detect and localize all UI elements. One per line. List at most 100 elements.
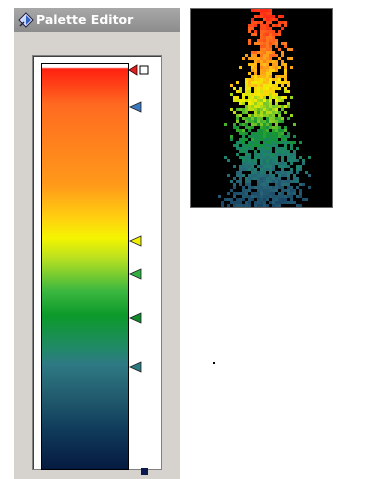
preview-pixel bbox=[236, 180, 239, 183]
preview-pixel bbox=[275, 120, 278, 123]
preview-pixel bbox=[251, 93, 254, 96]
preview-pixel bbox=[245, 87, 248, 90]
marker-yellow-icon[interactable] bbox=[129, 232, 143, 251]
preview-pixel bbox=[281, 138, 284, 141]
preview-pixel bbox=[296, 186, 299, 189]
preview-pixel bbox=[272, 204, 275, 207]
preview-pixel bbox=[269, 78, 272, 81]
preview-pixel bbox=[251, 120, 254, 123]
preview-pixel bbox=[293, 150, 296, 153]
preview-pixel bbox=[278, 201, 281, 204]
preview-pixel bbox=[248, 153, 251, 156]
marker-green-icon[interactable] bbox=[129, 309, 143, 328]
preview-pixel bbox=[284, 165, 287, 168]
top-marker-icon[interactable] bbox=[128, 61, 152, 76]
end-square-icon[interactable] bbox=[141, 460, 148, 475]
preview-pixel bbox=[281, 189, 284, 192]
preview-pixel bbox=[266, 198, 269, 201]
preview-pixel bbox=[290, 198, 293, 201]
preview-pixel bbox=[254, 117, 257, 120]
preview-pixel bbox=[248, 189, 251, 192]
preview-pixel bbox=[248, 180, 251, 183]
preview-pixel bbox=[233, 123, 236, 126]
preview-pixel bbox=[275, 186, 278, 189]
preview-pixel bbox=[272, 186, 275, 189]
preview-pixel bbox=[248, 63, 251, 66]
preview-pixel bbox=[305, 171, 308, 174]
preview-pixel bbox=[242, 165, 245, 168]
preview-pixel bbox=[284, 198, 287, 201]
marker-light-green-icon[interactable] bbox=[129, 265, 143, 284]
preview-pixel bbox=[281, 147, 284, 150]
preview-pixel bbox=[275, 129, 278, 132]
preview-pixel bbox=[263, 123, 266, 126]
preview-pixel bbox=[248, 39, 251, 42]
preview-pixel bbox=[263, 87, 266, 90]
preview-pixel bbox=[266, 102, 269, 105]
preview-pixel bbox=[275, 144, 278, 147]
preview-pixel bbox=[269, 30, 272, 33]
preview-pixel bbox=[251, 186, 254, 189]
preview-pixel bbox=[260, 138, 263, 141]
preview-pixel bbox=[251, 144, 254, 147]
marker-orange-blue-icon[interactable] bbox=[129, 98, 143, 117]
preview-pixel bbox=[272, 108, 275, 111]
preview-pixel bbox=[266, 45, 269, 48]
preview-pixel bbox=[266, 168, 269, 171]
preview-pixel bbox=[278, 96, 281, 99]
preview-pixel bbox=[269, 69, 272, 72]
preview-pixel bbox=[254, 81, 257, 84]
preview-pixel bbox=[245, 120, 248, 123]
marker-teal-icon[interactable] bbox=[129, 358, 143, 377]
preview-pixel bbox=[263, 72, 266, 75]
preview-pixel bbox=[242, 132, 245, 135]
preview-pixel bbox=[269, 60, 272, 63]
preview-pixel bbox=[272, 78, 275, 81]
preview-pixel bbox=[245, 162, 248, 165]
preview-pixel bbox=[245, 189, 248, 192]
preview-pixel bbox=[281, 21, 284, 24]
preview-pixel bbox=[260, 195, 263, 198]
preview-pixel bbox=[263, 138, 266, 141]
preview-pixel bbox=[248, 183, 251, 186]
preview-pixel bbox=[257, 93, 260, 96]
preview-pixel bbox=[272, 36, 275, 39]
preview-pixel bbox=[275, 162, 278, 165]
preview-pixel bbox=[254, 201, 257, 204]
preview-pixel bbox=[278, 165, 281, 168]
preview-pixel bbox=[254, 84, 257, 87]
palette-gradient-bar[interactable] bbox=[41, 63, 129, 470]
preview-pixel bbox=[227, 204, 230, 207]
preview-pixel bbox=[269, 177, 272, 180]
preview-pixel bbox=[269, 120, 272, 123]
preview-pixel bbox=[269, 150, 272, 153]
preview-pixel bbox=[272, 105, 275, 108]
preview-pixel bbox=[242, 168, 245, 171]
preview-pixel bbox=[308, 174, 311, 177]
preview-pixel bbox=[266, 9, 269, 12]
preview-pixel bbox=[251, 126, 254, 129]
preview-pixel bbox=[275, 156, 278, 159]
preview-pixel bbox=[254, 54, 257, 57]
preview-pixel bbox=[254, 87, 257, 90]
preview-pixel bbox=[302, 183, 305, 186]
title-bar[interactable]: Palette Editor bbox=[14, 8, 180, 32]
preview-pixel bbox=[272, 177, 275, 180]
preview-pixel bbox=[269, 84, 272, 87]
preview-pixel bbox=[245, 117, 248, 120]
preview-pixel bbox=[257, 51, 260, 54]
preview-pixel bbox=[257, 195, 260, 198]
preview-pixel bbox=[302, 198, 305, 201]
preview-pixel bbox=[260, 102, 263, 105]
preview-pixel bbox=[278, 204, 281, 207]
preview-pixel bbox=[275, 153, 278, 156]
preview-pixel bbox=[269, 81, 272, 84]
preview-pixel bbox=[266, 204, 269, 207]
preview-pixel bbox=[266, 138, 269, 141]
preview-pixel bbox=[257, 105, 260, 108]
preview-pixel bbox=[245, 204, 248, 207]
preview-pixel bbox=[263, 153, 266, 156]
preview-pixel bbox=[269, 105, 272, 108]
preview-pixel bbox=[221, 201, 224, 204]
preview-pixel bbox=[278, 183, 281, 186]
